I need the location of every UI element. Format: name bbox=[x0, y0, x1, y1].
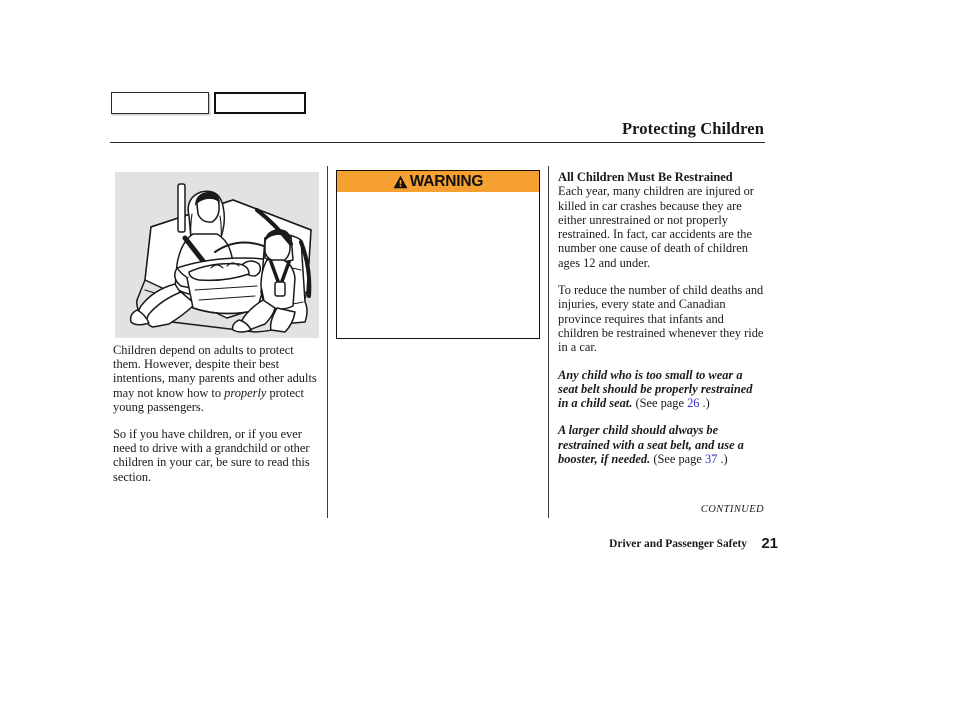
right-paragraph-4: A larger child should always be restrain… bbox=[558, 423, 764, 466]
right-column-heading: All Children Must Be Restrained bbox=[558, 170, 733, 184]
right-paragraph-1: Each year, many children are injured or … bbox=[558, 184, 754, 270]
child-restraint-illustration bbox=[115, 172, 319, 338]
continued-label: CONTINUED bbox=[700, 504, 764, 515]
right-column-text: All Children Must Be Restrained Each year… bbox=[558, 170, 764, 479]
warning-body bbox=[337, 192, 539, 338]
warning-box: WARNING bbox=[336, 170, 540, 339]
header-divider-rule bbox=[110, 142, 765, 143]
footer-section-name: Driver and Passenger Safety bbox=[609, 538, 747, 550]
illustration-artwork bbox=[115, 172, 319, 338]
left-paragraph-1-emphasis: properly bbox=[224, 385, 267, 400]
left-paragraph-1: Children depend on adults to protect the… bbox=[113, 343, 321, 414]
left-column-text: Children depend on adults to protect the… bbox=[113, 343, 321, 484]
right-paragraph-4-see-page: (See page bbox=[650, 452, 705, 467]
column-divider-1 bbox=[327, 166, 328, 518]
right-paragraph-3-end: .) bbox=[699, 396, 710, 411]
warning-header-bar: WARNING bbox=[337, 171, 539, 192]
page-title: Protecting Children bbox=[622, 119, 764, 138]
right-paragraph-3-see-page: (See page bbox=[632, 396, 688, 411]
tab-box-left[interactable] bbox=[111, 92, 209, 114]
right-paragraph-4-end: .) bbox=[717, 452, 728, 467]
right-paragraph-2: To reduce the number of child deaths and… bbox=[558, 283, 764, 355]
manual-page: Protecting Children Children depend on a… bbox=[0, 0, 954, 710]
tab-box-right[interactable] bbox=[214, 92, 306, 114]
page-reference-link-26[interactable]: 26 bbox=[687, 396, 699, 410]
footer-page-number: 21 bbox=[761, 535, 778, 552]
warning-triangle-icon bbox=[393, 175, 408, 188]
warning-label: WARNING bbox=[409, 172, 484, 190]
left-paragraph-2: So if you have children, or if you ever … bbox=[113, 427, 310, 484]
page-reference-link-37[interactable]: 37 bbox=[705, 452, 717, 466]
column-divider-2 bbox=[548, 166, 549, 518]
right-column-block-1: All Children Must Be Restrained Each year… bbox=[558, 170, 764, 270]
right-paragraph-3: Any child who is too small to wear a sea… bbox=[558, 368, 764, 411]
